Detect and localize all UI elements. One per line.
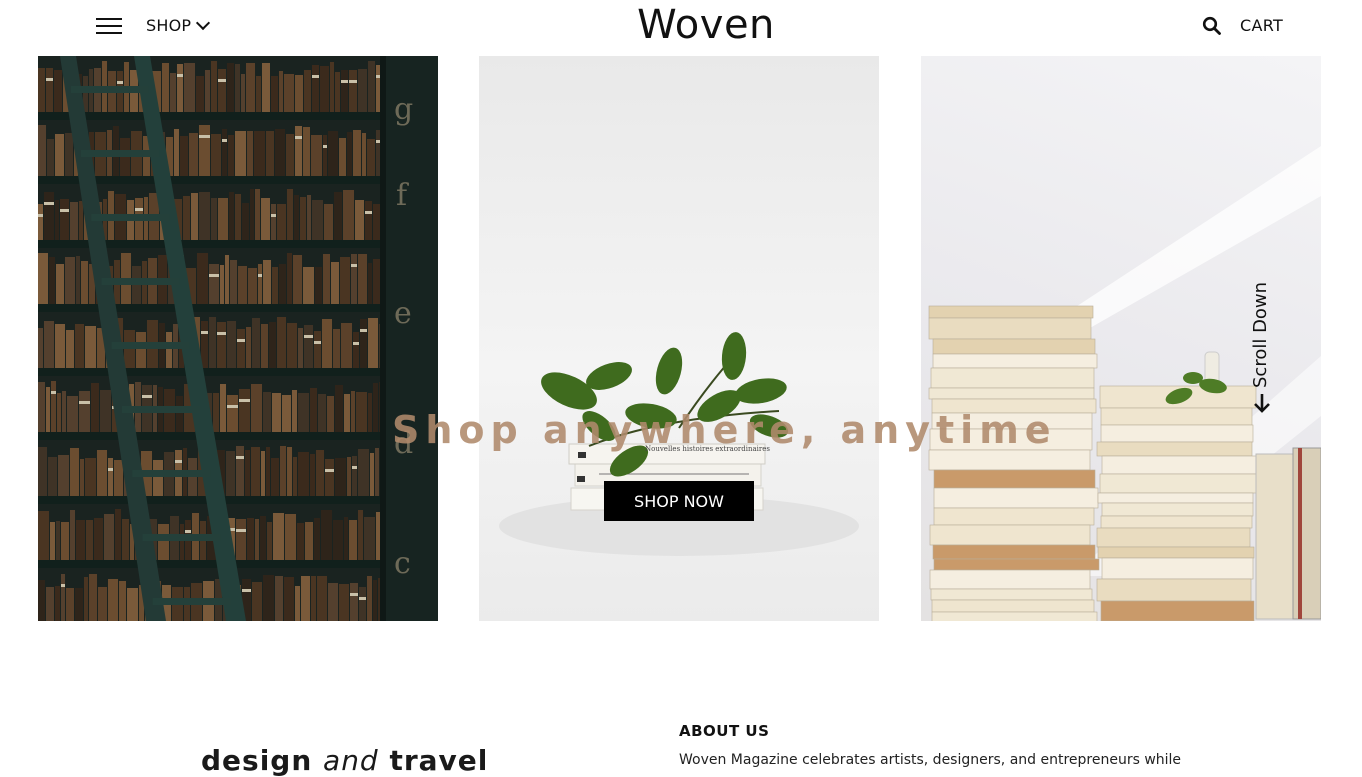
spine-letter: e: [394, 296, 412, 331]
books-with-plant-image: Nouvelles histoires extraordinaires: [479, 56, 879, 621]
tagline-part: travel: [389, 744, 489, 777]
spine-letter: g: [394, 92, 414, 127]
about-text: Woven Magazine celebrates artists, desig…: [679, 752, 1182, 768]
spine-letter: c: [394, 546, 411, 581]
tagline: design and travel: [201, 744, 488, 777]
site-logo[interactable]: Woven: [0, 2, 1362, 48]
cart-link[interactable]: CART: [1240, 16, 1283, 35]
tagline-part: and: [323, 744, 379, 777]
scroll-down-link[interactable]: Scroll Down: [1246, 278, 1280, 418]
hero-title: Shop anywhere, anytime: [392, 408, 1057, 452]
arrow-down-icon: [1254, 394, 1270, 413]
site-header: SHOP Woven CART: [0, 0, 1362, 56]
about-heading: ABOUT US: [679, 722, 770, 740]
shop-now-button[interactable]: SHOP NOW: [604, 481, 754, 521]
scroll-down-label: Scroll Down: [1250, 281, 1271, 388]
search-icon[interactable]: [1202, 16, 1222, 36]
tagline-part: design: [201, 744, 313, 777]
spine-letter: f: [396, 178, 408, 213]
library-bookshelf-image: g f e d c: [38, 56, 438, 621]
